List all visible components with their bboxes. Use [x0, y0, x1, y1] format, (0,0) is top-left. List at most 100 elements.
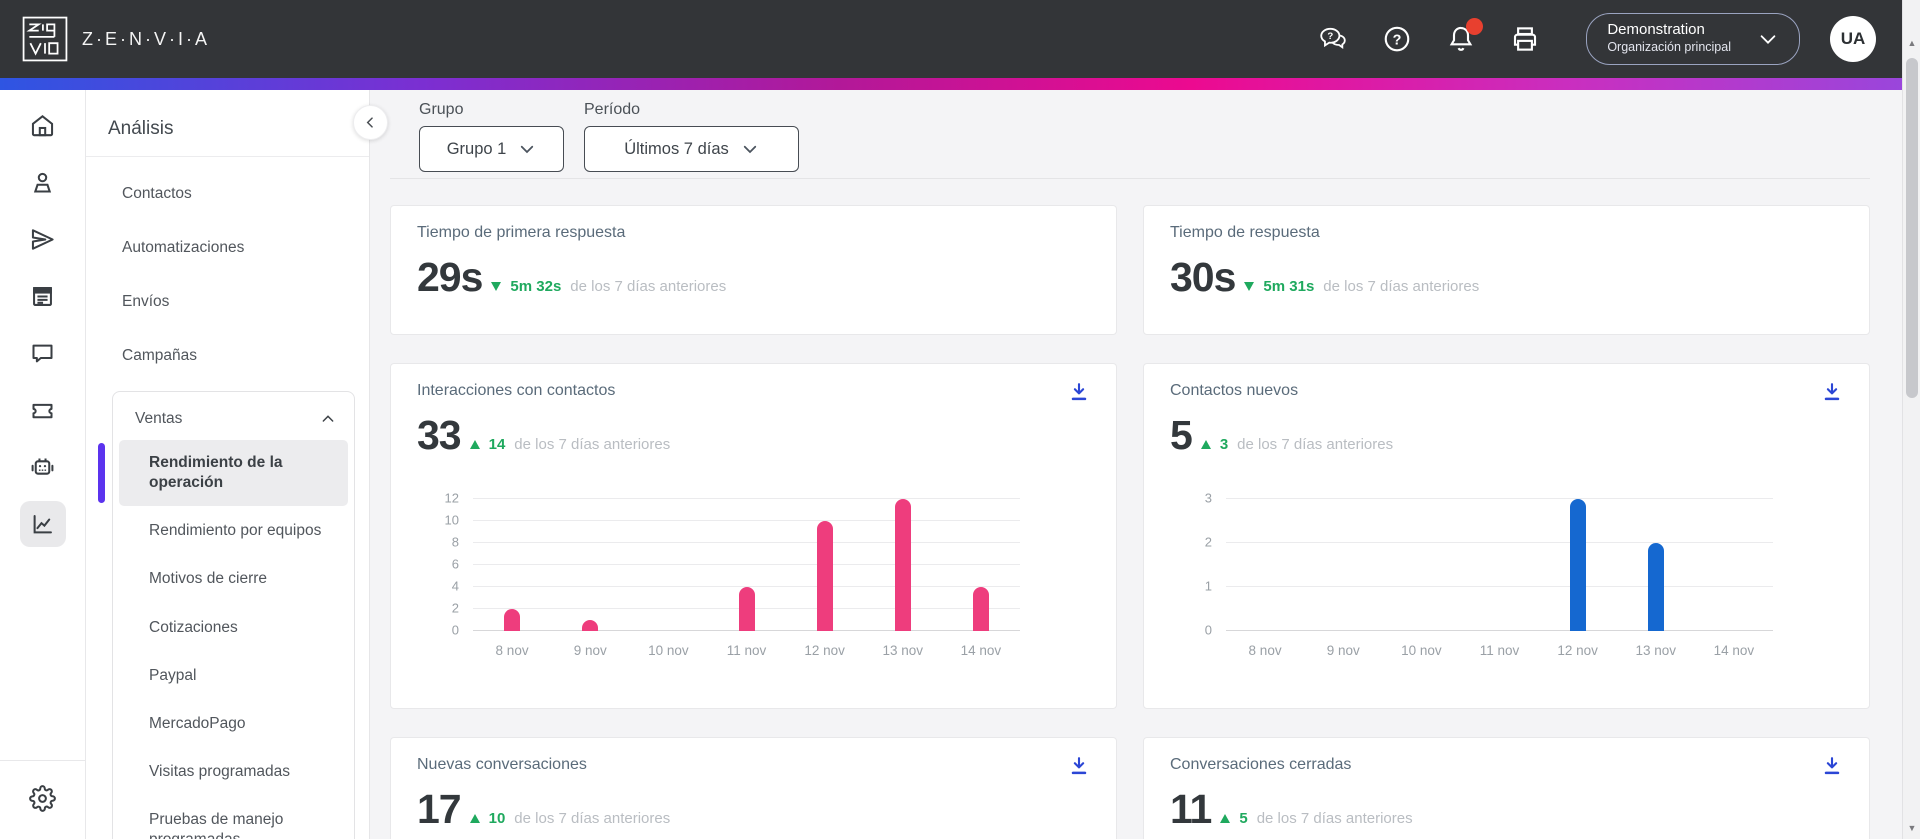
kpi-compare-text: de los 7 días anteriores	[514, 810, 671, 827]
sidebar-item-mercadopago[interactable]: MercadoPago	[119, 701, 348, 747]
organization-name: Demonstration	[1607, 21, 1705, 39]
download-icon[interactable]	[1064, 752, 1094, 782]
x-tick-label: 9 nov	[1326, 643, 1360, 658]
notifications-bell-icon[interactable]	[1444, 18, 1484, 56]
sidebar-item-pruebas-manejo[interactable]: Pruebas de manejo programadas	[119, 797, 348, 839]
sidebar-item-paypal[interactable]: Paypal	[119, 653, 348, 699]
trend-arrow-icon	[491, 282, 502, 291]
analysis-sidebar: Análisis Contactos Automatizaciones Enví…	[86, 90, 370, 839]
dashboard-main: Grupo Grupo 1 Período Últimos 7 días Tie…	[370, 90, 1920, 839]
vertical-scrollbar[interactable]: ▲ ▼	[1902, 0, 1920, 839]
trend-arrow-icon	[469, 814, 480, 823]
chart-bar	[1569, 499, 1586, 631]
chevron-down-icon	[521, 145, 534, 154]
gridline: 1	[1205, 579, 1773, 594]
y-tick-label: 12	[444, 490, 459, 506]
x-tick-label: 11 nov	[1479, 643, 1520, 658]
y-tick-label: 3	[1204, 490, 1212, 506]
group-select[interactable]: Grupo 1	[419, 126, 564, 172]
period-filter-label: Período	[584, 101, 641, 118]
x-axis-labels: 8 nov 9 nov 10 nov 11 nov 12 nov 13 nov 14 nov	[473, 643, 1020, 658]
bot-icon[interactable]	[20, 444, 66, 490]
kpi-value: 33	[417, 412, 462, 458]
bar-chart-interacciones: 0 2 4 6 8 10 12 8 nov 9 nov 10 nov 11 nov 12 nov 13 …	[445, 491, 1020, 658]
sidebar-item-motivos-cierre[interactable]: Motivos de cierre	[119, 556, 348, 602]
period-select-value: Últimos 7 días	[624, 139, 729, 158]
kpi-delta: 5m 32s	[510, 278, 562, 295]
card-title: Interacciones con contactos	[417, 382, 616, 399]
download-icon[interactable]	[1817, 378, 1847, 408]
x-axis-labels: 8 nov 9 nov 10 nov 11 nov 12 nov 13 nov 14 nov	[1226, 643, 1773, 658]
settings-gear-icon[interactable]	[20, 775, 66, 821]
y-tick-label: 10	[444, 512, 459, 528]
rail-footer	[0, 760, 86, 839]
group-filter-label: Grupo	[419, 101, 464, 118]
svg-text:?: ?	[1393, 32, 1402, 48]
home-icon[interactable]	[20, 102, 66, 148]
gridline: 12	[445, 491, 1020, 506]
sidebar-item-visitas-programadas[interactable]: Visitas programadas	[119, 749, 348, 795]
chart-plot-area: 0 2 4 6 8 10 12	[445, 491, 1020, 638]
sidebar-item-contactos[interactable]: Contactos	[86, 167, 369, 221]
chevron-up-icon	[322, 415, 334, 422]
notification-dot	[1466, 18, 1484, 35]
kpi-compare-text: de los 7 días anteriores	[1323, 278, 1480, 295]
gridline: 2	[1205, 535, 1773, 550]
chart-card-conversaciones-cerradas: Conversaciones cerradas 11 5 de los 7 dí…	[1143, 737, 1870, 839]
scrollbar-up-arrow[interactable]: ▲	[1903, 34, 1920, 52]
sidebar-item-campanas[interactable]: Campañas	[86, 329, 369, 383]
kpi-value: 11	[1170, 786, 1212, 832]
gridline: 6	[452, 557, 1020, 572]
y-tick-label: 2	[451, 600, 459, 616]
y-tick-label: 6	[451, 556, 459, 572]
kpi-value: 17	[417, 786, 462, 832]
chat-bubble-icon[interactable]	[20, 330, 66, 376]
sidebar-collapse-button[interactable]	[353, 105, 388, 140]
y-tick-label: 4	[451, 578, 459, 594]
kpi-compare-text: de los 7 días anteriores	[1256, 810, 1413, 827]
sidebar-item-envios[interactable]: Envíos	[86, 275, 369, 329]
chart-bar	[972, 587, 989, 631]
contacts-person-icon[interactable]	[20, 159, 66, 205]
sidebar-item-cotizaciones[interactable]: Cotizaciones	[119, 605, 348, 651]
gridline: 10	[445, 513, 1020, 528]
chart-bar	[816, 521, 833, 631]
x-tick-label: 14 nov	[960, 643, 1002, 658]
send-icon[interactable]	[20, 216, 66, 262]
kpi-value: 30s	[1170, 254, 1236, 300]
kpi-value: 5	[1170, 412, 1193, 458]
gridline: 0	[1205, 623, 1773, 638]
help-icon[interactable]: ?	[1380, 22, 1414, 56]
filters-row: Grupo Grupo 1 Período Últimos 7 días	[419, 100, 1870, 172]
x-tick-label: 10 nov	[648, 643, 689, 658]
x-tick-label: 13 nov	[1635, 643, 1677, 658]
news-document-icon[interactable]	[20, 273, 66, 319]
sidebar-menu: Contactos Automatizaciones Envíos Campañ…	[86, 157, 369, 839]
print-icon[interactable]	[1508, 22, 1542, 56]
x-tick-label: 12 nov	[1557, 643, 1598, 658]
analytics-chart-icon[interactable]	[19, 501, 66, 547]
y-tick-label: 0	[1204, 622, 1212, 638]
scrollbar-down-arrow[interactable]: ▼	[1903, 819, 1920, 837]
x-tick-label: 12 nov	[804, 643, 845, 658]
topbar-actions: ? ? Demonstration Organización principal…	[1316, 13, 1876, 65]
sidebar-group-ventas-toggle[interactable]: Ventas	[119, 392, 348, 440]
user-avatar[interactable]: UA	[1830, 16, 1876, 62]
sidebar-item-rendimiento-operacion[interactable]: Rendimiento de la operación	[98, 440, 348, 507]
trend-arrow-icon	[1200, 440, 1211, 449]
organization-switcher[interactable]: Demonstration Organización principal	[1586, 13, 1800, 65]
download-icon[interactable]	[1064, 378, 1094, 408]
download-icon[interactable]	[1817, 752, 1847, 782]
card-title: Tiempo de primera respuesta	[417, 224, 626, 241]
y-tick-label: 1	[1204, 578, 1212, 594]
sidebar-item-rendimiento-equipos[interactable]: Rendimiento por equipos	[119, 508, 348, 554]
support-chat-icon[interactable]: ?	[1316, 22, 1350, 56]
scrollbar-thumb[interactable]	[1906, 58, 1918, 398]
icon-rail	[0, 90, 86, 839]
sidebar-item-automatizaciones[interactable]: Automatizaciones	[86, 221, 369, 275]
period-select[interactable]: Últimos 7 días	[584, 126, 799, 172]
chart-bar	[738, 587, 755, 631]
ticket-icon[interactable]	[20, 387, 66, 433]
brand: Z·E·N·V·I·A	[22, 16, 210, 62]
gridline: 3	[1205, 491, 1773, 506]
